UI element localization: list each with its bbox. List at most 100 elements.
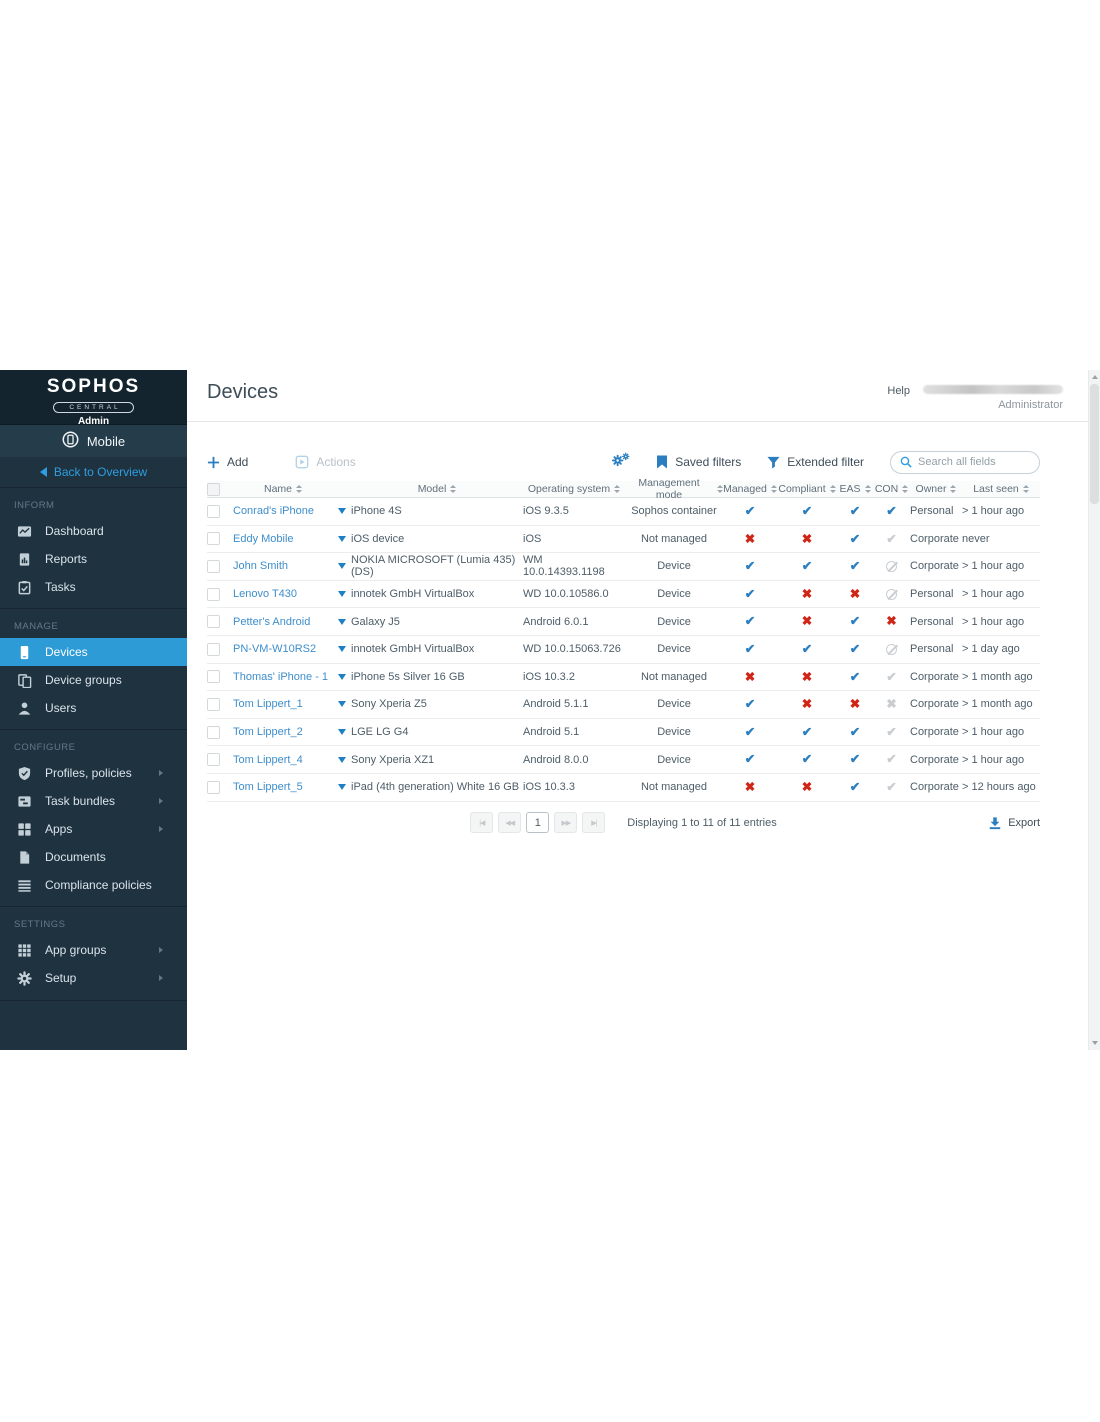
row-expand-caret-icon[interactable] (338, 508, 346, 514)
sidebar-item-devices[interactable]: Devices (0, 638, 187, 666)
last-page-button[interactable]: ▶| (582, 812, 605, 833)
device-name-link[interactable]: Petter's Android (233, 616, 310, 628)
column-header-management-mode[interactable]: Management mode (625, 477, 723, 501)
sidebar-item-tasks[interactable]: Tasks (0, 573, 187, 601)
next-page-button[interactable]: ▶▶ (554, 812, 577, 833)
managed-status: ✔ (723, 643, 777, 656)
check-icon: ✔ (850, 615, 860, 628)
row-expand-caret-icon[interactable] (338, 729, 346, 735)
device-name-link[interactable]: John Smith (233, 560, 288, 572)
row-expand-caret-icon[interactable] (338, 619, 346, 625)
sidebar-item-apps[interactable]: Apps (0, 815, 187, 843)
row-expand-caret-icon[interactable] (338, 563, 346, 569)
select-all-checkbox[interactable] (207, 483, 220, 496)
device-name-link[interactable]: Tom Lippert_5 (233, 781, 303, 793)
sidebar-section-settings: SETTINGS App groups Setup (0, 906, 187, 1001)
row-expand-caret-icon[interactable] (338, 757, 346, 763)
add-button[interactable]: Add (207, 455, 248, 469)
device-name-link[interactable]: Tom Lippert_4 (233, 754, 303, 766)
column-header-name[interactable]: Name (233, 483, 333, 495)
sidebar-item-profiles-policies[interactable]: Profiles, policies (0, 759, 187, 787)
actions-button[interactable]: Actions (295, 455, 355, 469)
sort-icon (450, 485, 456, 493)
row-checkbox[interactable] (207, 726, 220, 739)
back-to-overview-link[interactable]: Back to Overview (0, 457, 187, 488)
row-expand-caret-icon[interactable] (338, 701, 346, 707)
search-input[interactable] (918, 456, 1028, 468)
column-settings-button[interactable] (611, 452, 630, 473)
row-expand-caret-icon[interactable] (338, 674, 346, 680)
sidebar-item-device-groups[interactable]: Device groups (0, 666, 187, 694)
sort-icon (830, 485, 836, 493)
sidebar: SOPHOS CENTRAL Admin Mobile Back to Over… (0, 370, 187, 1050)
column-header-last-seen[interactable]: Last seen (962, 483, 1040, 495)
column-header-managed[interactable]: Managed (723, 483, 777, 495)
scroll-down-arrow-icon[interactable] (1092, 1041, 1098, 1045)
sidebar-item-setup[interactable]: Setup (0, 964, 187, 992)
device-name-link[interactable]: PN-VM-W10RS2 (233, 643, 316, 655)
saved-filters-button[interactable]: Saved filters (656, 455, 741, 469)
scroll-up-arrow-icon[interactable] (1092, 375, 1098, 379)
current-page-button[interactable]: 1 (526, 812, 549, 833)
previous-page-button[interactable]: ◀◀ (498, 812, 521, 833)
sidebar-item-app-groups[interactable]: App groups (0, 936, 187, 964)
extended-filter-button[interactable]: Extended filter (767, 455, 864, 469)
column-header-os[interactable]: Operating system (523, 483, 625, 495)
check-icon: ✔ (802, 753, 812, 766)
cross-icon: ✖ (745, 533, 755, 546)
last-seen: > 1 day ago (962, 643, 1040, 655)
check-icon: ✔ (745, 643, 755, 656)
help-link[interactable]: Help (887, 385, 910, 397)
first-page-button[interactable]: |◀ (470, 812, 493, 833)
entries-summary: Displaying 1 to 11 of 11 entries (627, 817, 776, 829)
column-header-con[interactable]: CON (873, 483, 910, 495)
row-expand-caret-icon[interactable] (338, 646, 346, 652)
row-checkbox[interactable] (207, 532, 220, 545)
sidebar-item-compliance-policies[interactable]: Compliance policies (0, 871, 187, 899)
row-checkbox[interactable] (207, 781, 220, 794)
row-checkbox[interactable] (207, 588, 220, 601)
device-name-link[interactable]: Thomas' iPhone - 1 (233, 671, 328, 683)
user-name-redacted[interactable] (923, 385, 1063, 394)
managed-status: ✔ (723, 560, 777, 573)
vertical-scrollbar[interactable] (1088, 370, 1100, 1050)
device-name-link[interactable]: Eddy Mobile (233, 533, 294, 545)
row-checkbox[interactable] (207, 505, 220, 518)
sidebar-item-users[interactable]: Users (0, 694, 187, 722)
device-name-link[interactable]: Tom Lippert_1 (233, 698, 303, 710)
sidebar-item-documents[interactable]: Documents (0, 843, 187, 871)
column-header-owner[interactable]: Owner (910, 483, 962, 495)
device-owner: Personal (910, 616, 962, 628)
download-icon (988, 816, 1002, 830)
row-checkbox[interactable] (207, 615, 220, 628)
device-name-link[interactable]: Lenovo T430 (233, 588, 297, 600)
column-header-eas[interactable]: EAS (837, 483, 873, 495)
content-area: Add Actions (187, 422, 1088, 835)
device-name-link[interactable]: Conrad's iPhone (233, 505, 314, 517)
scrollbar-thumb[interactable] (1090, 384, 1099, 504)
row-checkbox[interactable] (207, 670, 220, 683)
row-checkbox[interactable] (207, 560, 220, 573)
bookmark-icon (656, 455, 668, 469)
column-header-model[interactable]: Model (351, 483, 523, 495)
sidebar-item-reports[interactable]: Reports (0, 545, 187, 573)
check-icon: ✔ (850, 671, 860, 684)
export-button[interactable]: Export (988, 816, 1040, 830)
row-expand-caret-icon[interactable] (338, 536, 346, 542)
sort-icon (950, 485, 956, 493)
row-expand-caret-icon[interactable] (338, 784, 346, 790)
row-checkbox[interactable] (207, 753, 220, 766)
sidebar-item-dashboard[interactable]: Dashboard (0, 517, 187, 545)
cross-icon: ✖ (802, 698, 812, 711)
funnel-icon (767, 456, 780, 469)
column-header-compliant[interactable]: Compliant (777, 483, 837, 495)
device-name-link[interactable]: Tom Lippert_2 (233, 726, 303, 738)
tasks-icon (17, 580, 32, 595)
row-expand-caret-icon[interactable] (338, 591, 346, 597)
sidebar-item-task-bundles[interactable]: Task bundles (0, 787, 187, 815)
row-checkbox[interactable] (207, 698, 220, 711)
managed-status: ✔ (723, 615, 777, 628)
users-icon (17, 701, 32, 716)
device-owner: Personal (910, 505, 962, 517)
row-checkbox[interactable] (207, 643, 220, 656)
